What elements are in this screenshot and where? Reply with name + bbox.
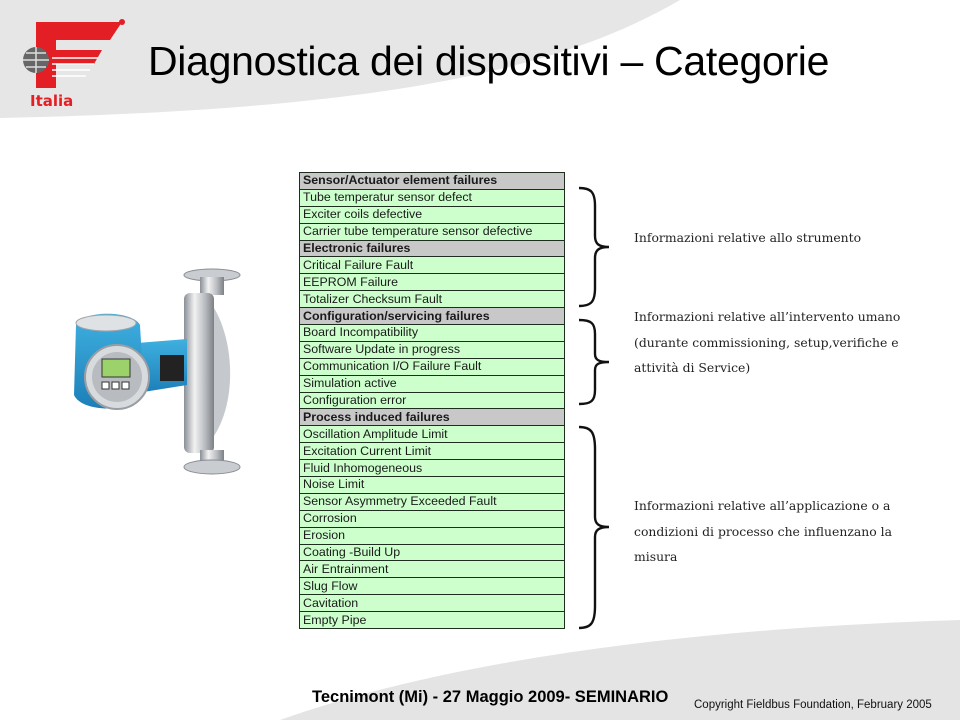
failure-label: Oscillation Amplitude Limit (299, 425, 565, 444)
table-row: Totalizer Checksum Fault (299, 290, 565, 309)
table-row: Communication I/O Failure Fault (299, 357, 565, 376)
description-human-intervention: Informazioni relative all’intervento uma… (634, 304, 900, 381)
table-row: Air Entrainment (299, 560, 565, 579)
description-process: Informazioni relative all’applicazione o… (634, 493, 892, 570)
failure-label: Cavitation (299, 594, 565, 613)
category-label: Configuration/servicing failures (299, 307, 565, 326)
failure-label: Tube temperatur sensor defect (299, 188, 565, 207)
table-row: Corrosion (299, 509, 565, 528)
description-line: (durante commissioning, setup,verifiche … (634, 334, 899, 350)
description-line: Informazioni relative allo strumento (634, 230, 862, 245)
failure-label: Empty Pipe (299, 611, 565, 630)
table-row: Exciter coils defective (299, 205, 565, 224)
failure-label: Sensor Asymmetry Exceeded Fault (299, 492, 565, 511)
table-row: Configuration error (299, 391, 565, 410)
table-row: EEPROM Failure (299, 273, 565, 292)
coriolis-flowmeter-image (74, 268, 241, 475)
failure-label: Erosion (299, 526, 565, 545)
failure-label: Air Entrainment (299, 560, 565, 579)
failure-label: Exciter coils defective (299, 205, 565, 224)
failure-label: Board Incompatibility (299, 324, 565, 342)
table-row: Excitation Current Limit (299, 442, 565, 461)
category-label: Sensor/Actuator element failures (299, 172, 565, 190)
table-row: Critical Failure Fault (299, 256, 565, 275)
category-row: Electronic failures (299, 239, 565, 258)
failure-label: Corrosion (299, 509, 565, 528)
description-line: condizioni di processo che influenzano l… (634, 523, 892, 539)
failure-label: Noise Limit (299, 476, 565, 494)
table-row: Software Update in progress (299, 340, 565, 359)
failure-label: Carrier tube temperature sensor defectiv… (299, 222, 565, 241)
failure-label: Critical Failure Fault (299, 256, 565, 275)
description-line: Informazioni relative all’intervento uma… (634, 309, 901, 324)
failure-label: Fluid Inhomogeneous (299, 459, 565, 478)
table-row: Fluid Inhomogeneous (299, 459, 565, 478)
table-row: Simulation active (299, 374, 565, 393)
table-row: Erosion (299, 526, 565, 545)
logo-text: Italia (30, 92, 74, 110)
brace-icon (578, 186, 610, 308)
table-row: Noise Limit (299, 476, 565, 494)
description-instrument: Informazioni relative allo strumento (634, 225, 861, 251)
footer-copyright: Copyright Fieldbus Foundation, February … (694, 699, 932, 711)
table-row: Tube temperatur sensor defect (299, 188, 565, 207)
category-row: Sensor/Actuator element failures (299, 172, 565, 190)
category-label: Electronic failures (299, 239, 565, 258)
failure-label: Coating -Build Up (299, 543, 565, 562)
failure-label: Slug Flow (299, 577, 565, 596)
category-label: Process induced failures (299, 408, 565, 427)
table-row: Empty Pipe (299, 611, 565, 630)
description-line: misura (634, 549, 678, 564)
diagnostics-table: Sensor/Actuator element failures Tube tem… (299, 172, 565, 630)
table-row: Cavitation (299, 594, 565, 613)
globe-icon (23, 47, 49, 73)
page-title: Diagnostica dei dispositivi – Categorie (148, 38, 830, 84)
table-row: Oscillation Amplitude Limit (299, 425, 565, 444)
failure-label: EEPROM Failure (299, 273, 565, 292)
failure-label: Totalizer Checksum Fault (299, 290, 565, 309)
failure-label: Simulation active (299, 374, 565, 393)
description-line: attività di Service) (634, 360, 751, 375)
category-row: Configuration/servicing failures (299, 307, 565, 326)
table-row: Slug Flow (299, 577, 565, 596)
brace-icon (578, 425, 610, 630)
failure-label: Communication I/O Failure Fault (299, 357, 565, 376)
failure-label: Configuration error (299, 391, 565, 410)
description-line: Informazioni relative all’applicazione o… (634, 498, 891, 513)
table-row: Carrier tube temperature sensor defectiv… (299, 222, 565, 241)
category-row: Process induced failures (299, 408, 565, 427)
failure-label: Software Update in progress (299, 340, 565, 359)
table-row: Board Incompatibility (299, 324, 565, 342)
table-row: Coating -Build Up (299, 543, 565, 562)
brace-icon (578, 318, 610, 406)
footer-event: Tecnimont (Mi) - 27 Maggio 2009- SEMINAR… (312, 688, 669, 706)
failure-label: Excitation Current Limit (299, 442, 565, 461)
table-row: Sensor Asymmetry Exceeded Fault (299, 492, 565, 511)
